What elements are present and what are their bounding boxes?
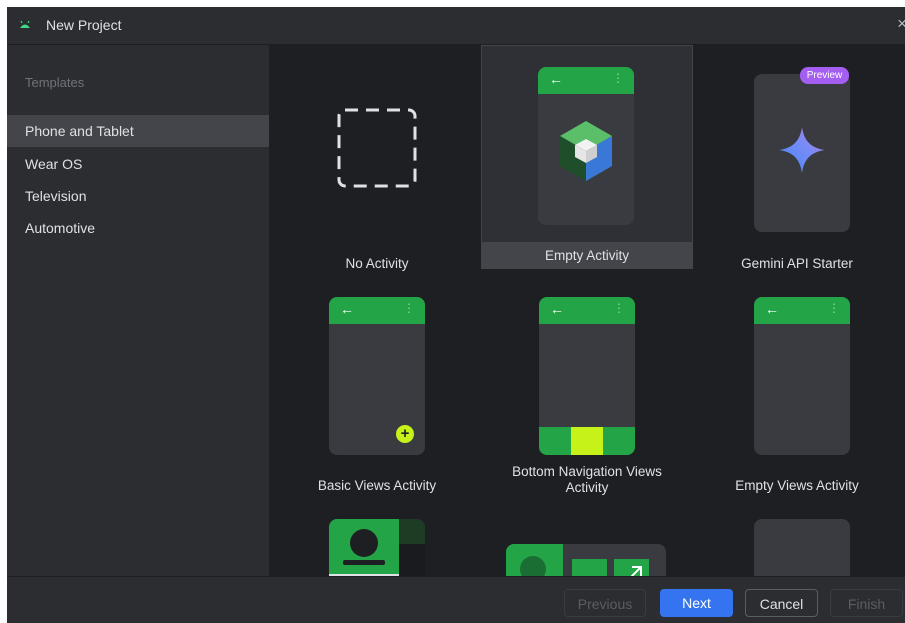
template-gallery: No Activity ← ⋮ Empty Activity Preview G… (270, 45, 905, 576)
overflow-menu-icon: ⋮ (613, 301, 625, 315)
back-arrow-icon: ← (550, 301, 564, 317)
template-gemini-api-starter[interactable]: Preview Gemini API Starter (692, 45, 902, 277)
avatar (520, 556, 546, 576)
bottom-navigation-bar (539, 427, 635, 455)
template-row3-item-2[interactable] (482, 519, 692, 576)
android-icon (20, 20, 30, 28)
grid-cell-arrow (614, 559, 649, 576)
phone-preview: ← ⋮ (754, 297, 850, 455)
template-row3-item-1[interactable] (272, 519, 482, 576)
sidebar-item-phone-and-tablet[interactable]: Phone and Tablet (7, 115, 269, 147)
template-label: Bottom Navigation Views Activity (512, 464, 662, 495)
empty-frame-icon (337, 108, 417, 188)
compose-logo-icon (560, 121, 612, 181)
app-bar: ← ⋮ (754, 297, 850, 324)
previous-button[interactable]: Previous (564, 589, 646, 617)
sidebar-item-television[interactable]: Television (7, 180, 269, 212)
grid-cell (572, 559, 607, 576)
template-basic-views-activity[interactable]: ← ⋮ + Basic Views Activity (272, 290, 482, 506)
overflow-menu-icon: ⋮ (828, 301, 840, 315)
fab-plus-icon: + (396, 425, 414, 443)
app-bar: ← ⋮ (329, 297, 425, 324)
template-no-activity[interactable]: No Activity (272, 45, 482, 277)
dialog-footer: Previous Next Cancel Finish (7, 576, 905, 623)
template-label: Empty Views Activity (735, 478, 859, 493)
template-empty-activity[interactable]: ← ⋮ Empty Activity (481, 45, 693, 269)
preview-badge: Preview (800, 67, 849, 84)
gemini-sparkle-icon (779, 127, 825, 173)
tablet-preview (506, 544, 666, 576)
back-arrow-icon: ← (340, 301, 354, 317)
side-pane (506, 544, 563, 576)
new-project-dialog: New Project × Templates Phone and Tablet… (7, 7, 905, 623)
next-button[interactable]: Next (660, 589, 733, 617)
sidebar-heading: Templates (25, 75, 85, 90)
sidebar-item-wear-os[interactable]: Wear OS (7, 148, 269, 180)
template-row3-item-3[interactable] (692, 519, 902, 576)
app-bar: ← ⋮ (539, 297, 635, 324)
title-bar: New Project × (7, 7, 905, 45)
name-line (343, 560, 385, 565)
finish-button[interactable]: Finish (830, 589, 903, 617)
back-arrow-icon: ← (765, 301, 779, 317)
cancel-button[interactable]: Cancel (745, 589, 818, 617)
phone-preview: ← ⋮ + (329, 297, 425, 455)
dialog-title: New Project (46, 17, 122, 33)
back-arrow-icon: ← (549, 71, 563, 87)
template-label: No Activity (345, 256, 409, 271)
selected-nav-item (571, 427, 603, 455)
detail-pane-top (399, 519, 425, 544)
diagonal-arrow-icon (630, 566, 642, 576)
template-bottom-navigation-views-activity[interactable]: ← ⋮ Bottom Navigation Views Activity (482, 290, 692, 506)
phone-preview: ← ⋮ (539, 297, 635, 455)
template-label: Basic Views Activity (317, 478, 437, 493)
overflow-menu-icon: ⋮ (612, 71, 624, 85)
avatar (350, 529, 378, 557)
phone-preview (754, 519, 850, 576)
list-pane (329, 519, 399, 576)
phone-preview (329, 519, 425, 576)
template-empty-views-activity[interactable]: ← ⋮ Empty Views Activity (692, 290, 902, 506)
close-icon[interactable]: × (897, 14, 905, 34)
overflow-menu-icon: ⋮ (403, 301, 415, 315)
app-bar: ← ⋮ (538, 67, 634, 94)
template-label: Gemini API Starter (741, 256, 853, 271)
phone-preview: ← ⋮ (538, 67, 634, 225)
phone-preview (754, 74, 850, 232)
template-label: Empty Activity (544, 248, 630, 263)
template-category-sidebar: Templates Phone and Tablet Wear OS Telev… (7, 45, 270, 576)
sidebar-item-automotive[interactable]: Automotive (7, 212, 269, 244)
